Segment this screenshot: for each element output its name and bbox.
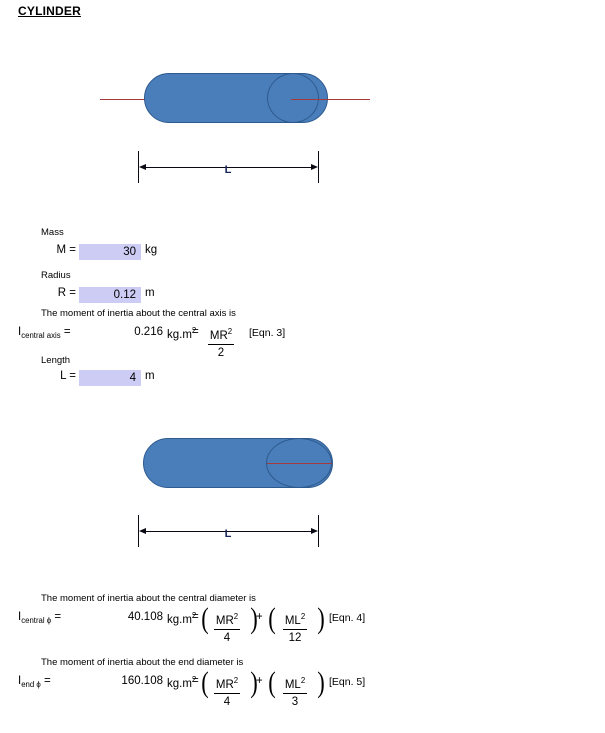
length-caption: Length	[41, 355, 71, 366]
end-diameter-numerator-2-exponent: 2	[300, 676, 306, 685]
radius-caption: Radius	[41, 270, 71, 281]
end-diameter-fraction-2-numerator: ML2	[282, 674, 308, 694]
central-axis-value: 0.216	[134, 326, 163, 338]
central-diameter-fraction-2-denominator: 12	[288, 631, 302, 644]
central-diameter-operator: +	[256, 611, 263, 623]
end-diameter-fraction-2: ML2 3	[273, 674, 317, 709]
end-diameter-paren-close-2: )	[317, 666, 325, 699]
dimension-line-1: L	[0, 0, 605, 200]
central-axis-numerator-text: MR	[209, 329, 228, 342]
radius-unit: m	[145, 287, 155, 299]
dimension-label-L-1: L	[224, 164, 232, 176]
central-diameter-fraction-1: MR2 4	[206, 610, 248, 645]
end-diameter-numerator-1-exponent: 2	[233, 676, 239, 685]
central-diameter-sentence: The moment of inertia about the central …	[41, 593, 256, 604]
central-diameter-numerator-1-exponent: 2	[233, 612, 239, 621]
central-diameter-fraction-1-denominator: 4	[223, 631, 231, 644]
mass-input[interactable]: 30	[79, 244, 141, 260]
end-diameter-fraction-2-denominator: 3	[291, 695, 299, 708]
end-diameter-fraction-1-denominator: 4	[223, 695, 231, 708]
radius-input[interactable]: 0.12	[79, 287, 141, 303]
central-axis-fraction: MR2 2	[200, 325, 242, 360]
central-diameter-equals: =	[54, 611, 62, 623]
mass-unit: kg	[145, 244, 158, 256]
central-diameter-value: 40.108	[127, 611, 163, 623]
central-diameter-reference: [Eqn. 4]	[329, 612, 366, 624]
dimension-tick-right	[318, 151, 319, 183]
central-diameter-paren-close-2: )	[317, 602, 325, 635]
end-diameter-numerator-1-text: MR	[215, 678, 234, 691]
central-diameter-eq-sign: =	[192, 611, 199, 623]
central-diameter-fraction-2-numerator: ML2	[282, 610, 308, 630]
dimension-arrow-left-icon	[139, 163, 146, 170]
length-input[interactable]: 4	[79, 370, 141, 386]
central-axis-unit-text: kg.m	[167, 328, 192, 341]
end-diameter-sentence: The moment of inertia about the end diam…	[41, 657, 244, 668]
central-axis-fraction-numerator: MR2	[207, 325, 235, 345]
length-unit: m	[145, 370, 155, 382]
end-diameter-symbol-sub: end ϕ	[21, 679, 41, 689]
end-diameter-symbol: Iend ϕ =	[18, 675, 51, 689]
radius-symbol: R =	[57, 287, 76, 299]
dimension-arrow-right-icon-2	[311, 527, 318, 534]
dimension-tick-right-2	[318, 515, 319, 547]
end-diameter-eq-sign: =	[192, 675, 199, 687]
central-diameter-numerator-2-text: ML	[284, 614, 301, 627]
central-axis-sentence: The moment of inertia about the central …	[41, 308, 236, 319]
central-axis-eq-sign: =	[192, 326, 199, 338]
end-diameter-unit-text: kg.m	[167, 677, 192, 690]
central-diameter-numerator-1-text: MR	[215, 614, 234, 627]
mass-symbol: M =	[56, 244, 77, 256]
dimension-arrow-right-icon	[311, 163, 318, 170]
end-diameter-fraction-1-numerator: MR2	[213, 674, 241, 694]
mass-caption: Mass	[41, 227, 64, 238]
central-diameter-symbol-sub: central ϕ	[21, 615, 52, 625]
central-diameter-symbol: Icentral ϕ =	[18, 611, 62, 625]
end-diameter-fraction-1: MR2 4	[206, 674, 248, 709]
end-diameter-equals: =	[43, 675, 51, 687]
length-symbol: L =	[60, 370, 76, 382]
central-diameter-fraction-2: ML2 12	[273, 610, 317, 645]
central-diameter-fraction-1-numerator: MR2	[213, 610, 241, 630]
end-diameter-reference: [Eqn. 5]	[329, 676, 366, 688]
central-diameter-numerator-2-exponent: 2	[300, 612, 306, 621]
end-diameter-numerator-2-text: ML	[284, 678, 301, 691]
central-axis-symbol: Icentral axis =	[18, 326, 71, 340]
dimension-arrow-left-icon-2	[139, 527, 146, 534]
central-axis-fraction-denominator: 2	[217, 346, 225, 359]
central-axis-symbol-sub: central axis	[21, 330, 61, 340]
dimension-label-L-2: L	[224, 528, 232, 540]
central-diameter-line	[267, 463, 332, 464]
central-axis-reference: [Eqn. 3]	[249, 327, 286, 339]
central-axis-equals: =	[63, 326, 71, 338]
end-diameter-operator: +	[256, 675, 263, 687]
central-axis-numerator-exponent: 2	[227, 327, 233, 336]
end-diameter-value: 160.108	[121, 675, 163, 687]
central-diameter-unit-text: kg.m	[167, 613, 192, 626]
